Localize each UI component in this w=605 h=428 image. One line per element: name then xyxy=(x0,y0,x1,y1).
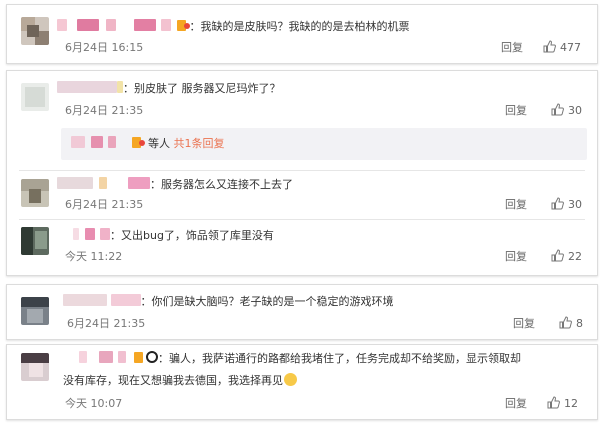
view-replies-link[interactable]: 共1条回复 xyxy=(174,137,225,150)
like-button[interactable]: 477 xyxy=(543,40,581,55)
comment-card: ：你们是缺大脑吗？老子缺的是一个稳定的游戏环境 6月24日 21:35 回复 8 xyxy=(6,284,598,340)
vip-badge-icon xyxy=(138,140,145,146)
like-count: 477 xyxy=(560,41,581,54)
username-pixelated[interactable] xyxy=(90,136,103,148)
wave-emoji-icon xyxy=(284,373,297,386)
avatar[interactable] xyxy=(21,17,49,45)
username-pixelated[interactable] xyxy=(57,19,67,31)
reply-button[interactable]: 回复 xyxy=(505,250,527,264)
reply-button[interactable]: 回复 xyxy=(505,198,527,212)
like-count: 22 xyxy=(568,250,582,263)
comment-text: ：服务器怎么又连接不上去了 xyxy=(150,178,293,191)
comment-line: ：服务器怎么又连接不上去了 xyxy=(57,177,293,193)
comment-line: ：又出bug了，饰品领了库里没有 xyxy=(57,228,274,244)
comment-card: ：骗人，我萨诺通行的路都给我堵住了，任务完成却不给奖励，显示领取却 没有库存，现… xyxy=(6,344,598,420)
comment-line: ：你们是缺大脑吗？老子缺的是一个稳定的游戏环境 xyxy=(63,294,394,310)
username-pixelated[interactable] xyxy=(73,228,79,240)
avatar[interactable] xyxy=(21,297,49,325)
username-pixelated[interactable] xyxy=(110,294,141,306)
vip-badge-icon xyxy=(133,352,143,363)
reply-button[interactable]: 回复 xyxy=(505,397,527,411)
like-button[interactable]: 12 xyxy=(547,396,578,411)
username-pixelated[interactable] xyxy=(106,19,116,31)
reply-preview[interactable]: 等人 共1条回复 xyxy=(61,128,587,160)
comment-text: ：又出bug了，饰品领了库里没有 xyxy=(110,229,274,242)
username-pixelated[interactable] xyxy=(63,294,107,306)
comment-time: 6月24日 21:35 xyxy=(65,104,144,117)
thumbs-up-icon xyxy=(559,316,572,329)
comment-line: ：我缺的是皮肤吗？我缺的的是去柏林的机票 xyxy=(57,19,410,35)
comment-line: 没有库存，现在又想骗我去德国，我选择再见 xyxy=(63,373,297,389)
like-count: 30 xyxy=(568,198,582,211)
divider xyxy=(19,170,585,171)
avatar[interactable] xyxy=(21,83,49,111)
reply-preview-line: 等人 共1条回复 xyxy=(71,136,225,152)
username-pixelated[interactable] xyxy=(57,177,93,189)
reply-preview-text: 等人 xyxy=(148,137,170,150)
username-pixelated[interactable] xyxy=(128,177,150,189)
comment-text: 没有库存，现在又想骗我去德国，我选择再见 xyxy=(63,374,283,387)
username-pixelated[interactable] xyxy=(98,351,113,363)
reply-button[interactable]: 回复 xyxy=(513,317,535,331)
thumbs-up-icon xyxy=(551,103,564,116)
comment-text: ：你们是缺大脑吗？老子缺的是一个稳定的游戏环境 xyxy=(140,295,394,308)
username-pixelated[interactable] xyxy=(100,228,110,240)
username-pixelated[interactable] xyxy=(79,351,87,363)
comment-time: 今天 11:22 xyxy=(65,250,123,263)
like-count: 8 xyxy=(576,317,583,330)
thumbs-up-icon xyxy=(547,396,560,409)
comment-line: ：别皮肤了 服务器又尼玛炸了？ xyxy=(57,81,281,97)
comment-time: 6月24日 21:35 xyxy=(67,317,146,330)
username-pixelated[interactable] xyxy=(57,81,117,93)
comment-line: ：骗人，我萨诺通行的路都给我堵住了，任务完成却不给奖励，显示领取却 xyxy=(79,351,521,367)
comment-time: 6月24日 16:15 xyxy=(65,41,144,54)
comment-time: 6月24日 21:35 xyxy=(65,198,144,211)
username-pixelated[interactable] xyxy=(108,136,116,148)
like-button[interactable]: 8 xyxy=(559,316,583,331)
username-pixelated[interactable] xyxy=(76,19,99,31)
avatar[interactable] xyxy=(21,179,49,207)
like-button[interactable]: 22 xyxy=(551,249,582,264)
comment-time: 今天 10:07 xyxy=(65,397,123,410)
thumbs-up-icon xyxy=(543,40,556,53)
comment-card: ：别皮肤了 服务器又尼玛炸了？ 6月24日 21:35 回复 30 等人 共1条… xyxy=(6,70,598,276)
like-count: 12 xyxy=(564,397,578,410)
panda-emoji-icon xyxy=(146,351,158,363)
comment-text: ：骗人，我萨诺通行的路都给我堵住了，任务完成却不给奖励，显示领取却 xyxy=(158,352,521,365)
like-button[interactable]: 30 xyxy=(551,197,582,212)
thumbs-up-icon xyxy=(551,197,564,210)
reply-button[interactable]: 回复 xyxy=(505,104,527,118)
comment-text: ：别皮肤了 服务器又尼玛炸了？ xyxy=(123,82,281,95)
username-pixelated[interactable] xyxy=(133,19,156,31)
comment-text: ：我缺的是皮肤吗？我缺的的是去柏林的机票 xyxy=(189,20,410,33)
username-pixelated[interactable] xyxy=(98,177,107,189)
thumbs-up-icon xyxy=(551,249,564,262)
username-pixelated[interactable] xyxy=(118,351,126,363)
username-pixelated[interactable] xyxy=(84,228,95,240)
avatar[interactable] xyxy=(21,227,49,255)
divider xyxy=(19,219,585,220)
avatar[interactable] xyxy=(21,353,49,381)
username-pixelated[interactable] xyxy=(71,136,85,148)
username-pixelated[interactable] xyxy=(161,19,171,31)
reply-button[interactable]: 回复 xyxy=(501,41,523,55)
like-count: 30 xyxy=(568,104,582,117)
like-button[interactable]: 30 xyxy=(551,103,582,118)
comment-card: ：我缺的是皮肤吗？我缺的的是去柏林的机票 6月24日 16:15 回复 477 xyxy=(6,4,598,64)
